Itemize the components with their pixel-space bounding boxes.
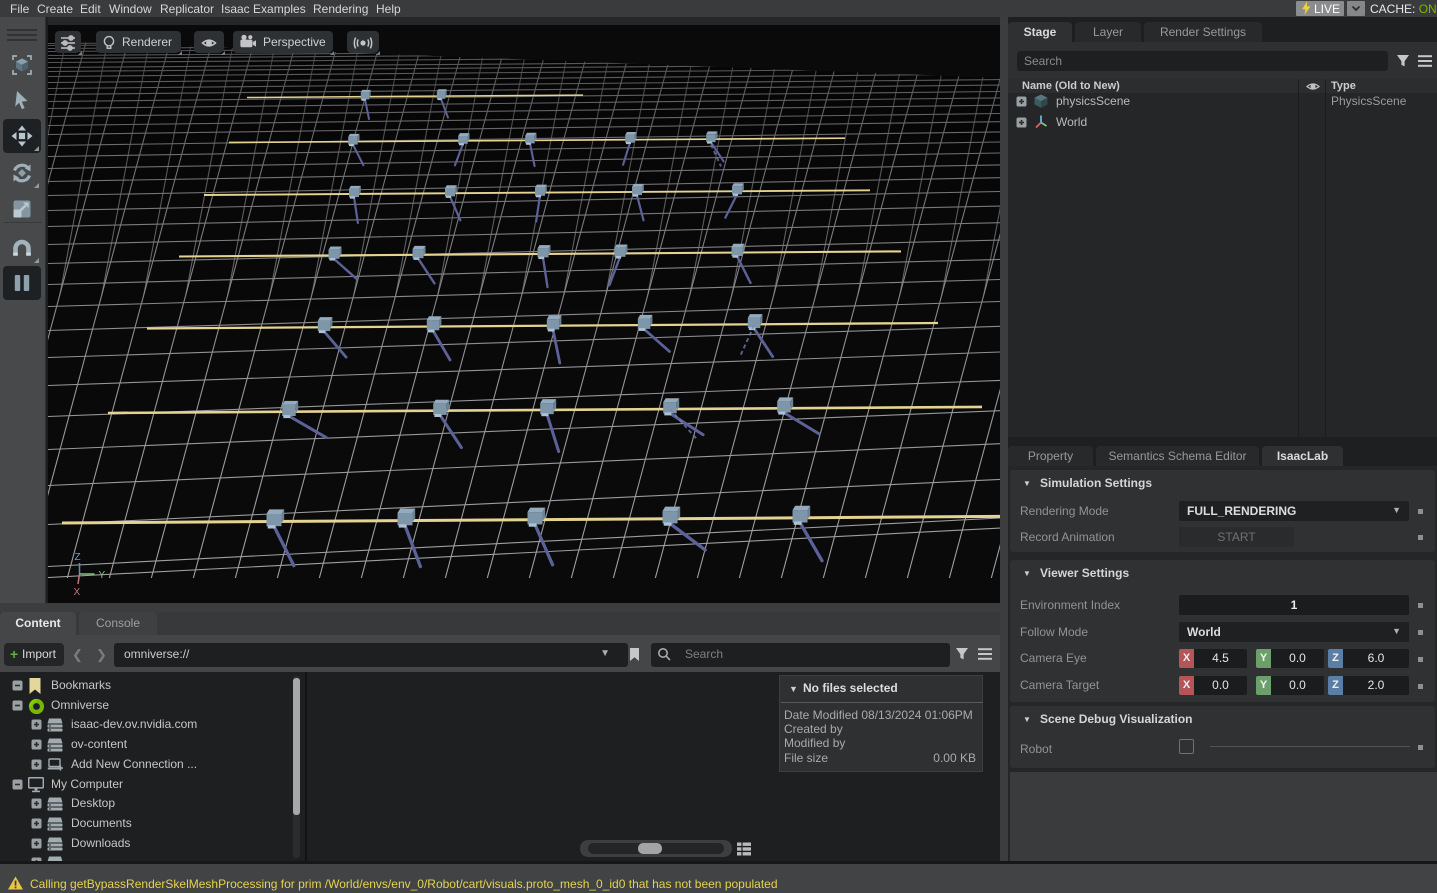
svg-text:Y: Y [99, 570, 106, 581]
svg-text:X: X [74, 587, 81, 598]
svg-text:Z: Z [75, 552, 81, 563]
